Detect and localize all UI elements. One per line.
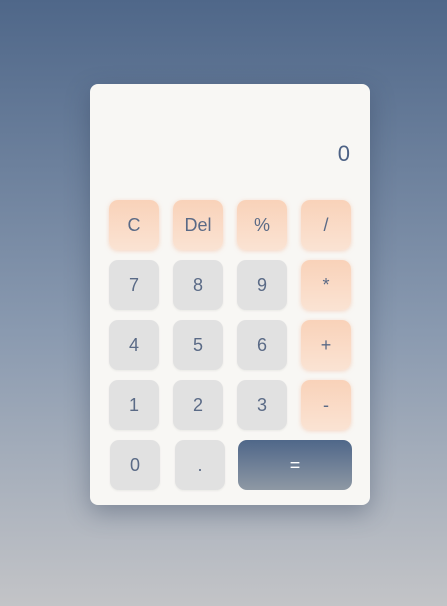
- digit-5-button[interactable]: 5: [173, 320, 223, 370]
- clear-button[interactable]: C: [109, 200, 159, 250]
- keypad: C Del % / 7 8 9 * 4 5 6 + 1 2 3 - 0 . =: [109, 200, 352, 490]
- digit-7-button[interactable]: 7: [109, 260, 159, 310]
- minus-button[interactable]: -: [301, 380, 351, 430]
- plus-button[interactable]: +: [301, 320, 351, 370]
- digit-9-button[interactable]: 9: [237, 260, 287, 310]
- digit-3-button[interactable]: 3: [237, 380, 287, 430]
- digit-2-button[interactable]: 2: [173, 380, 223, 430]
- digit-4-button[interactable]: 4: [109, 320, 159, 370]
- percent-button[interactable]: %: [237, 200, 287, 250]
- result-display: 0: [337, 141, 350, 166]
- calculator-panel: 0 C Del % / 7 8 9 * 4 5 6 + 1 2 3 - 0 . …: [90, 84, 370, 505]
- divide-button[interactable]: /: [301, 200, 351, 250]
- decimal-point-button[interactable]: .: [175, 440, 225, 490]
- digit-0-button[interactable]: 0: [110, 440, 160, 490]
- delete-button[interactable]: Del: [173, 200, 223, 250]
- digit-8-button[interactable]: 8: [173, 260, 223, 310]
- multiply-button[interactable]: *: [301, 260, 351, 310]
- equals-button[interactable]: =: [238, 440, 352, 490]
- digit-6-button[interactable]: 6: [237, 320, 287, 370]
- digit-1-button[interactable]: 1: [109, 380, 159, 430]
